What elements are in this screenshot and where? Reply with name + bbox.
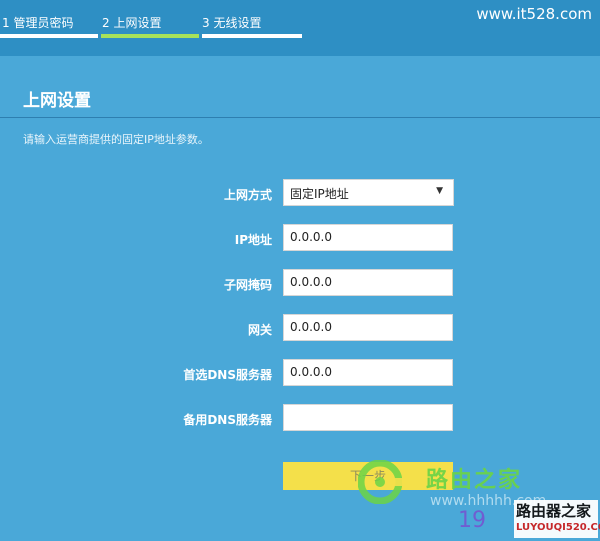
watermark-logo-icon — [358, 460, 402, 504]
step-admin-password: 1 管理员密码 — [2, 16, 74, 30]
ip-address-input[interactable]: 0.0.0.0 — [283, 224, 453, 251]
connection-type-value: 固定IP地址 — [290, 187, 349, 201]
step-admin-password-indicator — [0, 34, 98, 38]
wizard-step-bar: 1 管理员密码 2 上网设置 3 无线设置 www.it528.com — [0, 0, 600, 56]
subnet-mask-input[interactable]: 0.0.0.0 — [283, 269, 453, 296]
connection-type-select[interactable]: 固定IP地址 ▼ — [283, 179, 454, 206]
step-wireless-settings-indicator — [202, 34, 302, 38]
secondary-dns-input[interactable] — [283, 404, 453, 431]
ip-address-label: IP地址 — [234, 233, 272, 247]
subnet-mask-label: 子网掩码 — [223, 278, 272, 292]
gateway-label: 网关 — [247, 323, 272, 337]
watermark-title: 路由之家 — [426, 468, 523, 493]
watermark-badge-title: 路由器之家 — [516, 502, 592, 520]
title-divider — [0, 117, 600, 118]
secondary-dns-label: 备用DNS服务器 — [183, 413, 272, 427]
dropdown-arrow-icon: ▼ — [436, 186, 443, 196]
page-title: 上网设置 — [23, 91, 91, 111]
watermark-badge: 路由器之家 LUYOUQI520.COM — [514, 500, 600, 538]
connection-type-label: 上网方式 — [223, 188, 272, 202]
step-internet-settings-indicator — [101, 34, 199, 38]
step-internet-settings: 2 上网设置 — [102, 16, 162, 30]
gateway-input[interactable]: 0.0.0.0 — [283, 314, 453, 341]
primary-dns-label: 首选DNS服务器 — [183, 368, 272, 382]
step-wireless-settings: 3 无线设置 — [202, 16, 262, 30]
watermark-badge-url: LUYOUQI520.COM — [516, 522, 600, 533]
watermark-number: 19 — [458, 508, 486, 533]
site-url-watermark: www.it528.com — [476, 5, 592, 23]
page-hint: 请输入运营商提供的固定IP地址参数。 — [23, 133, 209, 146]
primary-dns-input[interactable]: 0.0.0.0 — [283, 359, 453, 386]
